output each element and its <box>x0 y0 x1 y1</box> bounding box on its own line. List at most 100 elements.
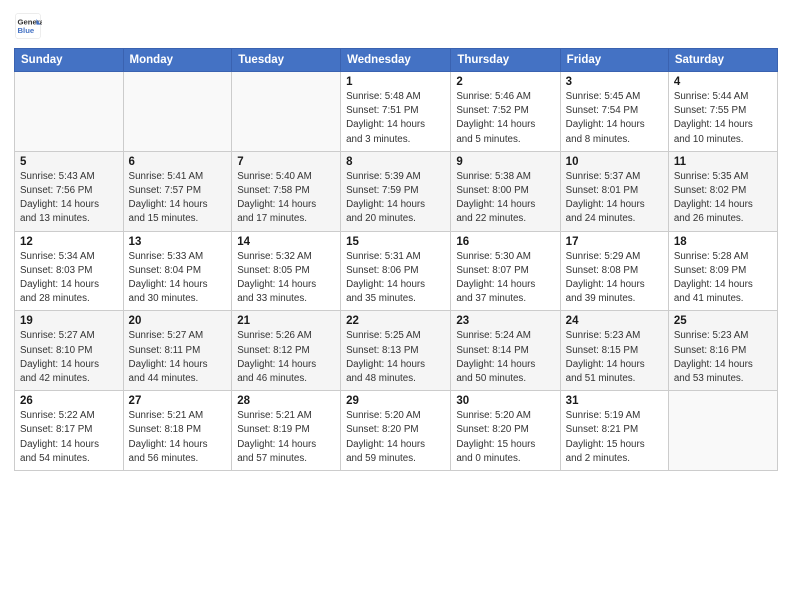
day-info: Sunrise: 5:41 AM Sunset: 7:57 PM Dayligh… <box>129 170 227 227</box>
day-info: Sunrise: 5:45 AM Sunset: 7:54 PM Dayligh… <box>566 90 663 147</box>
day-cell: 6 Sunrise: 5:41 AM Sunset: 7:57 PM Daylig… <box>123 151 232 231</box>
day-info: Sunrise: 5:43 AM Sunset: 7:56 PM Dayligh… <box>20 170 118 227</box>
day-cell: 25 Sunrise: 5:23 AM Sunset: 8:16 PM Dayli… <box>668 311 777 391</box>
day-info: Sunrise: 5:48 AM Sunset: 7:51 PM Dayligh… <box>346 90 445 147</box>
weekday-header-wednesday: Wednesday <box>341 49 451 72</box>
day-cell: 8 Sunrise: 5:39 AM Sunset: 7:59 PM Daylig… <box>341 151 451 231</box>
day-number: 5 <box>20 156 118 168</box>
day-number: 25 <box>674 315 772 327</box>
day-number: 31 <box>566 395 663 407</box>
day-number: 3 <box>566 76 663 88</box>
day-info: Sunrise: 5:27 AM Sunset: 8:11 PM Dayligh… <box>129 329 227 386</box>
day-cell: 23 Sunrise: 5:24 AM Sunset: 8:14 PM Dayli… <box>451 311 560 391</box>
page: General Blue SundayMondayTuesdayWednesda… <box>0 0 792 612</box>
day-number: 4 <box>674 76 772 88</box>
day-number: 11 <box>674 156 772 168</box>
day-info: Sunrise: 5:31 AM Sunset: 8:06 PM Dayligh… <box>346 250 445 307</box>
day-info: Sunrise: 5:34 AM Sunset: 8:03 PM Dayligh… <box>20 250 118 307</box>
week-row-5: 26Sunrise: 5:22 AM Sunset: 8:17 PM Dayli… <box>15 391 778 471</box>
day-number: 20 <box>129 315 227 327</box>
day-number: 30 <box>456 395 554 407</box>
day-cell: 14 Sunrise: 5:32 AM Sunset: 8:05 PM Dayli… <box>232 231 341 311</box>
day-number: 14 <box>237 236 335 248</box>
day-info: Sunrise: 5:35 AM Sunset: 8:02 PM Dayligh… <box>674 170 772 227</box>
day-cell: 10 Sunrise: 5:37 AM Sunset: 8:01 PM Dayli… <box>560 151 668 231</box>
day-number: 2 <box>456 76 554 88</box>
day-cell: 5 Sunrise: 5:43 AM Sunset: 7:56 PM Daylig… <box>15 151 124 231</box>
day-cell: 7 Sunrise: 5:40 AM Sunset: 7:58 PM Daylig… <box>232 151 341 231</box>
day-cell <box>668 391 777 471</box>
weekday-header-monday: Monday <box>123 49 232 72</box>
weekday-header-tuesday: Tuesday <box>232 49 341 72</box>
day-cell: 13 Sunrise: 5:33 AM Sunset: 8:04 PM Dayli… <box>123 231 232 311</box>
day-info: Sunrise: 5:44 AM Sunset: 7:55 PM Dayligh… <box>674 90 772 147</box>
day-info: Sunrise: 5:23 AM Sunset: 8:16 PM Dayligh… <box>674 329 772 386</box>
day-number: 6 <box>129 156 227 168</box>
day-cell: 19 Sunrise: 5:27 AM Sunset: 8:10 PM Dayli… <box>15 311 124 391</box>
day-cell: 26Sunrise: 5:22 AM Sunset: 8:17 PM Dayli… <box>15 391 124 471</box>
week-row-1: 1 Sunrise: 5:48 AM Sunset: 7:51 PM Daylig… <box>15 72 778 152</box>
week-row-2: 5 Sunrise: 5:43 AM Sunset: 7:56 PM Daylig… <box>15 151 778 231</box>
day-info: Sunrise: 5:21 AM Sunset: 8:19 PM Dayligh… <box>237 409 335 466</box>
weekday-header-sunday: Sunday <box>15 49 124 72</box>
day-cell: 4 Sunrise: 5:44 AM Sunset: 7:55 PM Daylig… <box>668 72 777 152</box>
weekday-header-row: SundayMondayTuesdayWednesdayThursdayFrid… <box>15 49 778 72</box>
day-cell: 21 Sunrise: 5:26 AM Sunset: 8:12 PM Dayli… <box>232 311 341 391</box>
day-cell: 16 Sunrise: 5:30 AM Sunset: 8:07 PM Dayli… <box>451 231 560 311</box>
day-cell <box>123 72 232 152</box>
day-number: 19 <box>20 315 118 327</box>
day-number: 1 <box>346 76 445 88</box>
day-info: Sunrise: 5:39 AM Sunset: 7:59 PM Dayligh… <box>346 170 445 227</box>
day-info: Sunrise: 5:33 AM Sunset: 8:04 PM Dayligh… <box>129 250 227 307</box>
day-number: 28 <box>237 395 335 407</box>
day-cell: 12 Sunrise: 5:34 AM Sunset: 8:03 PM Dayli… <box>15 231 124 311</box>
day-cell <box>232 72 341 152</box>
week-row-3: 12 Sunrise: 5:34 AM Sunset: 8:03 PM Dayli… <box>15 231 778 311</box>
day-info: Sunrise: 5:22 AM Sunset: 8:17 PM Dayligh… <box>20 409 118 466</box>
day-info: Sunrise: 5:20 AM Sunset: 8:20 PM Dayligh… <box>346 409 445 466</box>
day-info: Sunrise: 5:37 AM Sunset: 8:01 PM Dayligh… <box>566 170 663 227</box>
day-number: 15 <box>346 236 445 248</box>
day-number: 10 <box>566 156 663 168</box>
svg-text:Blue: Blue <box>18 26 35 35</box>
day-number: 18 <box>674 236 772 248</box>
day-cell: 22Sunrise: 5:25 AM Sunset: 8:13 PM Dayli… <box>341 311 451 391</box>
weekday-header-thursday: Thursday <box>451 49 560 72</box>
day-number: 17 <box>566 236 663 248</box>
day-number: 23 <box>456 315 554 327</box>
calendar: SundayMondayTuesdayWednesdayThursdayFrid… <box>14 48 778 471</box>
day-number: 24 <box>566 315 663 327</box>
day-info: Sunrise: 5:32 AM Sunset: 8:05 PM Dayligh… <box>237 250 335 307</box>
day-info: Sunrise: 5:30 AM Sunset: 8:07 PM Dayligh… <box>456 250 554 307</box>
day-info: Sunrise: 5:40 AM Sunset: 7:58 PM Dayligh… <box>237 170 335 227</box>
day-cell: 18 Sunrise: 5:28 AM Sunset: 8:09 PM Dayli… <box>668 231 777 311</box>
day-info: Sunrise: 5:19 AM Sunset: 8:21 PM Dayligh… <box>566 409 663 466</box>
day-info: Sunrise: 5:25 AM Sunset: 8:13 PM Dayligh… <box>346 329 445 386</box>
day-info: Sunrise: 5:20 AM Sunset: 8:20 PM Dayligh… <box>456 409 554 466</box>
day-number: 8 <box>346 156 445 168</box>
day-number: 29 <box>346 395 445 407</box>
day-cell: 29 Sunrise: 5:20 AM Sunset: 8:20 PM Dayli… <box>341 391 451 471</box>
day-info: Sunrise: 5:27 AM Sunset: 8:10 PM Dayligh… <box>20 329 118 386</box>
day-cell <box>15 72 124 152</box>
day-info: Sunrise: 5:26 AM Sunset: 8:12 PM Dayligh… <box>237 329 335 386</box>
day-number: 12 <box>20 236 118 248</box>
day-info: Sunrise: 5:46 AM Sunset: 7:52 PM Dayligh… <box>456 90 554 147</box>
day-cell: 1 Sunrise: 5:48 AM Sunset: 7:51 PM Daylig… <box>341 72 451 152</box>
day-info: Sunrise: 5:29 AM Sunset: 8:08 PM Dayligh… <box>566 250 663 307</box>
header: General Blue <box>14 12 778 40</box>
day-number: 7 <box>237 156 335 168</box>
day-cell: 30 Sunrise: 5:20 AM Sunset: 8:20 PM Dayli… <box>451 391 560 471</box>
day-cell: 9Sunrise: 5:38 AM Sunset: 8:00 PM Daylig… <box>451 151 560 231</box>
day-info: Sunrise: 5:28 AM Sunset: 8:09 PM Dayligh… <box>674 250 772 307</box>
day-cell: 20 Sunrise: 5:27 AM Sunset: 8:11 PM Dayli… <box>123 311 232 391</box>
day-number: 13 <box>129 236 227 248</box>
day-info: Sunrise: 5:24 AM Sunset: 8:14 PM Dayligh… <box>456 329 554 386</box>
day-number: 27 <box>129 395 227 407</box>
weekday-header-friday: Friday <box>560 49 668 72</box>
day-cell: 27Sunrise: 5:21 AM Sunset: 8:18 PM Dayli… <box>123 391 232 471</box>
day-number: 16 <box>456 236 554 248</box>
logo-icon: General Blue <box>14 12 42 40</box>
day-cell: 11 Sunrise: 5:35 AM Sunset: 8:02 PM Dayli… <box>668 151 777 231</box>
day-number: 21 <box>237 315 335 327</box>
